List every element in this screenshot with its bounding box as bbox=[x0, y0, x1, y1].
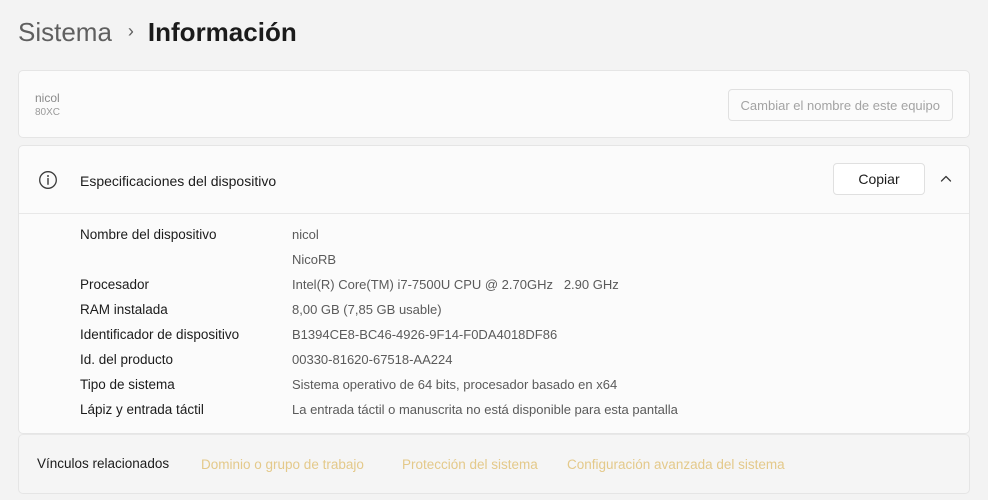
related-links-bar: Vínculos relacionados Dominio o grupo de… bbox=[18, 434, 970, 494]
spec-value: La entrada táctil o manuscrita no está d… bbox=[292, 402, 678, 417]
device-specs-header[interactable]: Especificaciones del dispositivo Copiar bbox=[19, 146, 969, 214]
page-title: Información bbox=[147, 16, 297, 47]
spec-value: B1394CE8-BC46-4926-9F14-F0DA4018DF86 bbox=[292, 327, 558, 342]
info-icon bbox=[39, 171, 57, 189]
spec-row: Identificador de dispositivo B1394CE8-BC… bbox=[19, 323, 969, 348]
spec-value: Sistema operativo de 64 bits, procesador… bbox=[292, 377, 618, 392]
spec-value: 8,00 GB (7,85 GB usable) bbox=[292, 302, 442, 317]
link-domain-workgroup[interactable]: Dominio o grupo de trabajo bbox=[201, 457, 364, 472]
spec-row: Tipo de sistema Sistema operativo de 64 … bbox=[19, 373, 969, 398]
spec-label: Procesador bbox=[80, 277, 150, 292]
spec-value: Intel(R) Core(TM) i7-7500U CPU @ 2.70GHz… bbox=[292, 277, 619, 292]
spec-row: Id. del producto 00330-81620-67518-AA224 bbox=[19, 348, 969, 373]
copy-button[interactable]: Copiar bbox=[833, 163, 925, 195]
breadcrumb-parent-sistema[interactable]: Sistema bbox=[18, 17, 112, 48]
device-specs-title: Especificaciones del dispositivo bbox=[80, 173, 277, 189]
device-name: nicol bbox=[35, 91, 60, 105]
spec-label: RAM instalada bbox=[80, 302, 168, 317]
spec-row: Nombre del dispositivo nicol bbox=[19, 223, 969, 248]
spec-label: Nombre del dispositivo bbox=[80, 227, 217, 242]
link-system-protection[interactable]: Protección del sistema bbox=[402, 457, 538, 472]
spec-value: 00330-81620-67518-AA224 bbox=[292, 352, 453, 367]
breadcrumb-separator-icon: › bbox=[127, 20, 134, 41]
device-name-card: nicol 80XC Cambiar el nombre de este equ… bbox=[18, 70, 970, 138]
breadcrumb: Sistema › Información bbox=[18, 14, 297, 50]
chevron-up-icon[interactable] bbox=[939, 172, 953, 186]
device-specs-card: Especificaciones del dispositivo Copiar … bbox=[18, 145, 970, 434]
spec-label: Identificador de dispositivo bbox=[80, 327, 240, 342]
rename-pc-button[interactable]: Cambiar el nombre de este equipo bbox=[727, 89, 953, 121]
link-advanced-system-settings[interactable]: Configuración avanzada del sistema bbox=[567, 457, 785, 472]
spec-value: NicoRB bbox=[292, 252, 337, 267]
spec-label: Lápiz y entrada táctil bbox=[80, 402, 204, 417]
spec-value: nicol bbox=[292, 227, 319, 242]
spec-row: NicoRB bbox=[19, 248, 969, 273]
spec-label: Tipo de sistema bbox=[80, 377, 175, 392]
related-links-label: Vínculos relacionados bbox=[37, 456, 170, 471]
spec-row: Procesador Intel(R) Core(TM) i7-7500U CP… bbox=[19, 273, 969, 298]
spec-row: RAM instalada 8,00 GB (7,85 GB usable) bbox=[19, 298, 969, 323]
device-model: 80XC bbox=[35, 107, 61, 118]
spec-label: Id. del producto bbox=[80, 352, 174, 367]
spec-row: Lápiz y entrada táctil La entrada táctil… bbox=[19, 398, 969, 423]
